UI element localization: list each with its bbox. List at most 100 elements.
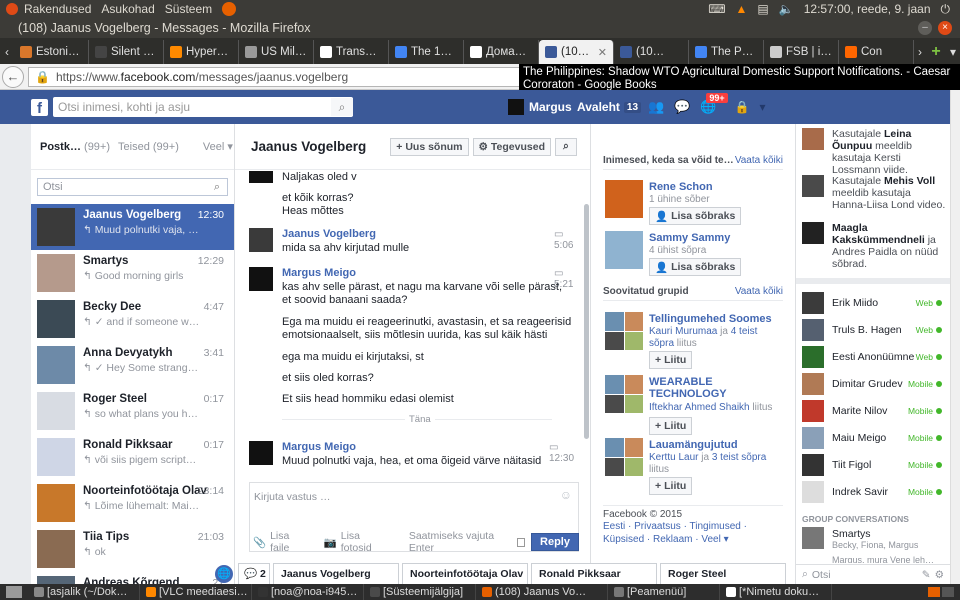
ticker-item[interactable]: Maagla Kakskümmendneli ja Andres Paidla … [802, 222, 947, 270]
group-conversation-item[interactable]: Margus, mura Vene leh… [832, 555, 934, 563]
ticker-item[interactable]: Kasutajale Leina Õunpuu meeldib kasutaja… [802, 128, 947, 176]
new-tab-icon[interactable]: + [926, 40, 946, 64]
tab-other[interactable]: Teised (99+) [118, 141, 179, 153]
actions-button[interactable]: ⚙ Tegevused [472, 137, 551, 156]
browser-tab[interactable]: The 13… [389, 40, 464, 64]
profile-avatar[interactable] [508, 99, 524, 115]
chat-friend-item[interactable]: Eesti Anonüümne Web [802, 346, 942, 368]
volume-icon[interactable]: 🔈 [779, 2, 794, 16]
window-minimize-icon[interactable]: – [918, 21, 932, 35]
menu-applications[interactable]: Rakendused [24, 2, 91, 16]
avatar[interactable] [605, 231, 643, 269]
fb-search-input[interactable]: Otsi inimesi, kohti ja asju ⌕ [53, 97, 353, 117]
message-sender[interactable]: Margus Meigo [282, 267, 356, 279]
add-files-button[interactable]: 📎 Lisa faile [253, 530, 306, 554]
taskbar-item[interactable]: [Peamenüü] [608, 584, 720, 600]
ticker-item[interactable]: Kasutajale Mehis Voll meeldib kasutaja H… [802, 175, 947, 211]
thread-scrollbar[interactable] [584, 204, 589, 439]
workspace-switcher-icon[interactable] [928, 587, 960, 597]
ticker-name[interactable]: Maagla Kakskümmendneli [832, 222, 925, 246]
emoji-icon[interactable]: ☺ [560, 488, 572, 502]
group-photo-mosaic[interactable] [605, 438, 643, 476]
conversation-item[interactable]: Anna Devyatykh ↰ ✓ Hey Some strange p… 3:4… [31, 342, 234, 388]
chat-tab[interactable]: Jaanus Vogelberg [273, 563, 399, 584]
url-bar[interactable]: 🔒 https://www.facebook.com/messages/jaan… [28, 66, 538, 87]
friend-link[interactable]: Kerttu Laur [649, 452, 698, 463]
back-button[interactable]: ← [2, 65, 24, 88]
person-name[interactable]: Rene Schon [649, 181, 713, 193]
window-close-icon[interactable]: × [938, 21, 952, 35]
taskbar-item[interactable]: [*Nimetu doku… [720, 584, 832, 600]
conversation-item[interactable]: Andreas Kõrgend21 [31, 572, 234, 584]
ubuntu-close-icon[interactable] [6, 3, 18, 15]
chat-friend-item[interactable]: Maiu Meigo Mobile [802, 427, 942, 449]
search-icon[interactable]: ⌕ [207, 181, 227, 194]
add-friend-button[interactable]: 👤 Lisa sõbraks [649, 258, 742, 276]
message-sender[interactable]: Margus Meigo [282, 441, 356, 453]
chat-tab[interactable]: Noorteinfotöötaja Olav [402, 563, 528, 584]
friend-link[interactable]: Kauri Murumaa [649, 326, 717, 337]
chat-tab-counter[interactable]: 💬 2 [238, 563, 270, 584]
friend-requests-icon[interactable]: 👥 [648, 99, 664, 115]
group-photo-mosaic[interactable] [605, 375, 643, 413]
join-group-button[interactable]: + Liitu [649, 417, 693, 435]
conversation-item[interactable]: Smartys ↰ Good morning girls 12:29 [31, 250, 234, 296]
menu-system[interactable]: Süsteem [165, 2, 212, 16]
messages-icon[interactable]: 💬 [674, 99, 690, 115]
taskbar-item[interactable]: [Süsteemijälgija] [364, 584, 476, 600]
group-conversation-item[interactable]: Smartys Becky, Fiona, Margus [802, 527, 947, 553]
inbox-search-input[interactable]: Otsi ⌕ [37, 178, 228, 196]
browser-tab[interactable]: Con [839, 40, 914, 64]
account-menu-icon[interactable]: ▾ [760, 100, 766, 114]
chat-tab[interactable]: Ronald Pikksaar [531, 563, 657, 584]
browser-tab[interactable]: Trans… [314, 40, 389, 64]
chat-friend-item[interactable]: Indrek Savir Mobile [802, 481, 942, 503]
ticker-name[interactable]: Mehis Voll [884, 175, 935, 187]
show-desktop-icon[interactable] [6, 586, 22, 598]
conversation-item[interactable]: Becky Dee ↰ ✓ and if someone won… 4:47 [31, 296, 234, 342]
tab-scroll-right-icon[interactable]: › [914, 40, 926, 64]
chat-friend-item[interactable]: Truls B. Hagen Web [802, 319, 942, 341]
gear-icon[interactable]: ⚙ [935, 569, 944, 581]
browser-tab[interactable]: (10… [614, 40, 689, 64]
chat-friend-item[interactable]: Marite Nilov Mobile [802, 400, 942, 422]
see-all-people-link[interactable]: Vaata kõiki [735, 155, 783, 166]
new-message-button[interactable]: + Uus sõnum [390, 137, 469, 156]
firefox-launcher-icon[interactable] [222, 2, 237, 16]
ticker-divider[interactable] [796, 278, 950, 284]
sidebar-search-input[interactable]: ⌕ Otsi ✎ ⚙ [796, 564, 950, 584]
browser-tab[interactable]: Estoni… [14, 40, 89, 64]
browser-tab[interactable]: The Ph… [689, 40, 764, 64]
mutual-friends[interactable]: 4 ühist sõpra [649, 245, 706, 256]
taskbar-item[interactable]: (108) Jaanus Vo… [476, 584, 608, 600]
taskbar-item[interactable]: [noa@noa-i945… [252, 584, 364, 600]
tab-more[interactable]: Veel ▾ [203, 140, 233, 153]
taskbar-item[interactable]: [asjalik (~/Dok… [28, 584, 140, 600]
conversation-item[interactable]: Ronald Pikksaar ↰ või siis pigem scriptua… [31, 434, 234, 480]
facebook-logo-icon[interactable]: f [31, 98, 48, 117]
group-photo-mosaic[interactable] [605, 312, 643, 350]
add-photos-button[interactable]: 📷 Lisa fotosid [324, 530, 387, 554]
mutual-friends[interactable]: 1 ühine sõber [649, 194, 710, 205]
globe-icon[interactable]: 🌐 [215, 565, 233, 583]
conversation-item[interactable]: Noorteinfotöötaja Olav ↰ Lõime lühemalt: … [31, 480, 234, 526]
chat-friend-item[interactable]: Dimitar Grudev Mobile [802, 373, 942, 395]
group-name[interactable]: Lauamängujutud [649, 439, 779, 451]
browser-tab[interactable]: (10… ✕ [539, 40, 614, 64]
conversation-item[interactable]: Jaanus Vogelberg ↰ Muud polnutki vaja, he… [31, 204, 234, 250]
tab-primary[interactable]: Postk… (99+) [40, 141, 110, 153]
privacy-shortcuts-icon[interactable]: 🔒 [735, 100, 750, 114]
chat-friend-item[interactable]: Erik Miido Web [802, 292, 942, 314]
browser-tab[interactable]: Дома… [464, 40, 539, 64]
tab-list-icon[interactable]: ▾ [946, 40, 960, 64]
conversation-item[interactable]: Tiia Tips ↰ ok 21:03 [31, 526, 234, 572]
add-friend-button[interactable]: 👤 Lisa sõbraks [649, 207, 742, 225]
footer-links[interactable]: Eesti · Privaatsus · Tingimused · Küpsis… [603, 520, 783, 546]
network-icon[interactable]: ▤ [757, 2, 768, 16]
reply-button[interactable]: Reply [531, 533, 579, 551]
clock[interactable]: 12:57:00, reede, 9. jaan [804, 2, 931, 16]
taskbar-item[interactable]: [VLC meediaesi… [140, 584, 252, 600]
search-icon[interactable]: ⌕ [331, 98, 353, 116]
chat-tab[interactable]: Roger Steel [660, 563, 786, 584]
compose-icon[interactable]: ✎ [922, 569, 931, 581]
